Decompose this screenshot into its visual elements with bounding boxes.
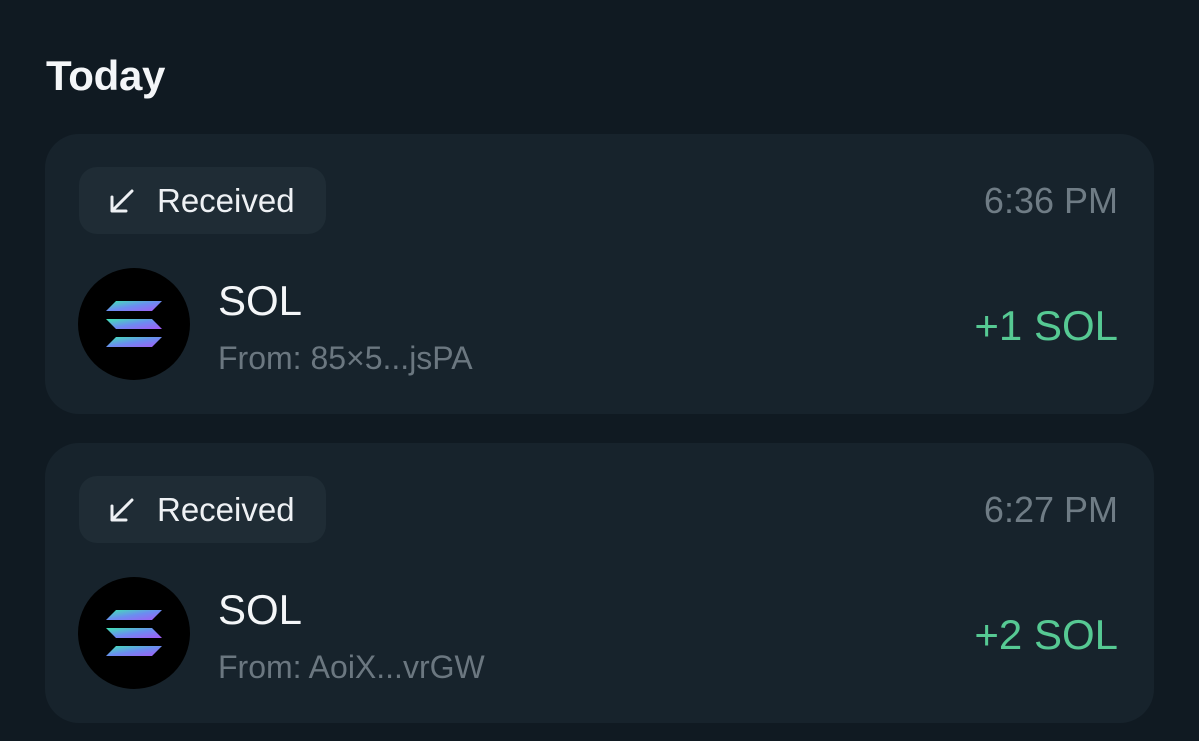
arrow-down-left-icon [110, 189, 134, 212]
solana-logo-icon [78, 268, 190, 380]
solana-logo-icon [78, 577, 190, 689]
transaction-time: 6:36 PM [983, 180, 1118, 221]
arrow-down-left-icon [110, 498, 134, 521]
token-name: SOL [218, 586, 303, 633]
transaction-card[interactable]: Received 6:27 PM SOL From: AoiX...vrGW +… [45, 443, 1154, 723]
transaction-type-badge: Received [79, 167, 326, 234]
transaction-amount: +2 SOL [974, 611, 1118, 658]
transaction-card[interactable]: Received 6:36 PM SOL From: 85×5...jsPA +… [45, 134, 1154, 414]
sender-address: From: AoiX...vrGW [218, 649, 485, 685]
section-title: Today [46, 52, 166, 99]
transaction-time: 6:27 PM [983, 489, 1118, 530]
transaction-type-label: Received [157, 491, 295, 528]
transaction-type-label: Received [157, 182, 295, 219]
transaction-type-badge: Received [79, 476, 326, 543]
token-name: SOL [218, 277, 303, 324]
transaction-amount: +1 SOL [974, 302, 1118, 349]
sender-address: From: 85×5...jsPA [218, 340, 473, 376]
